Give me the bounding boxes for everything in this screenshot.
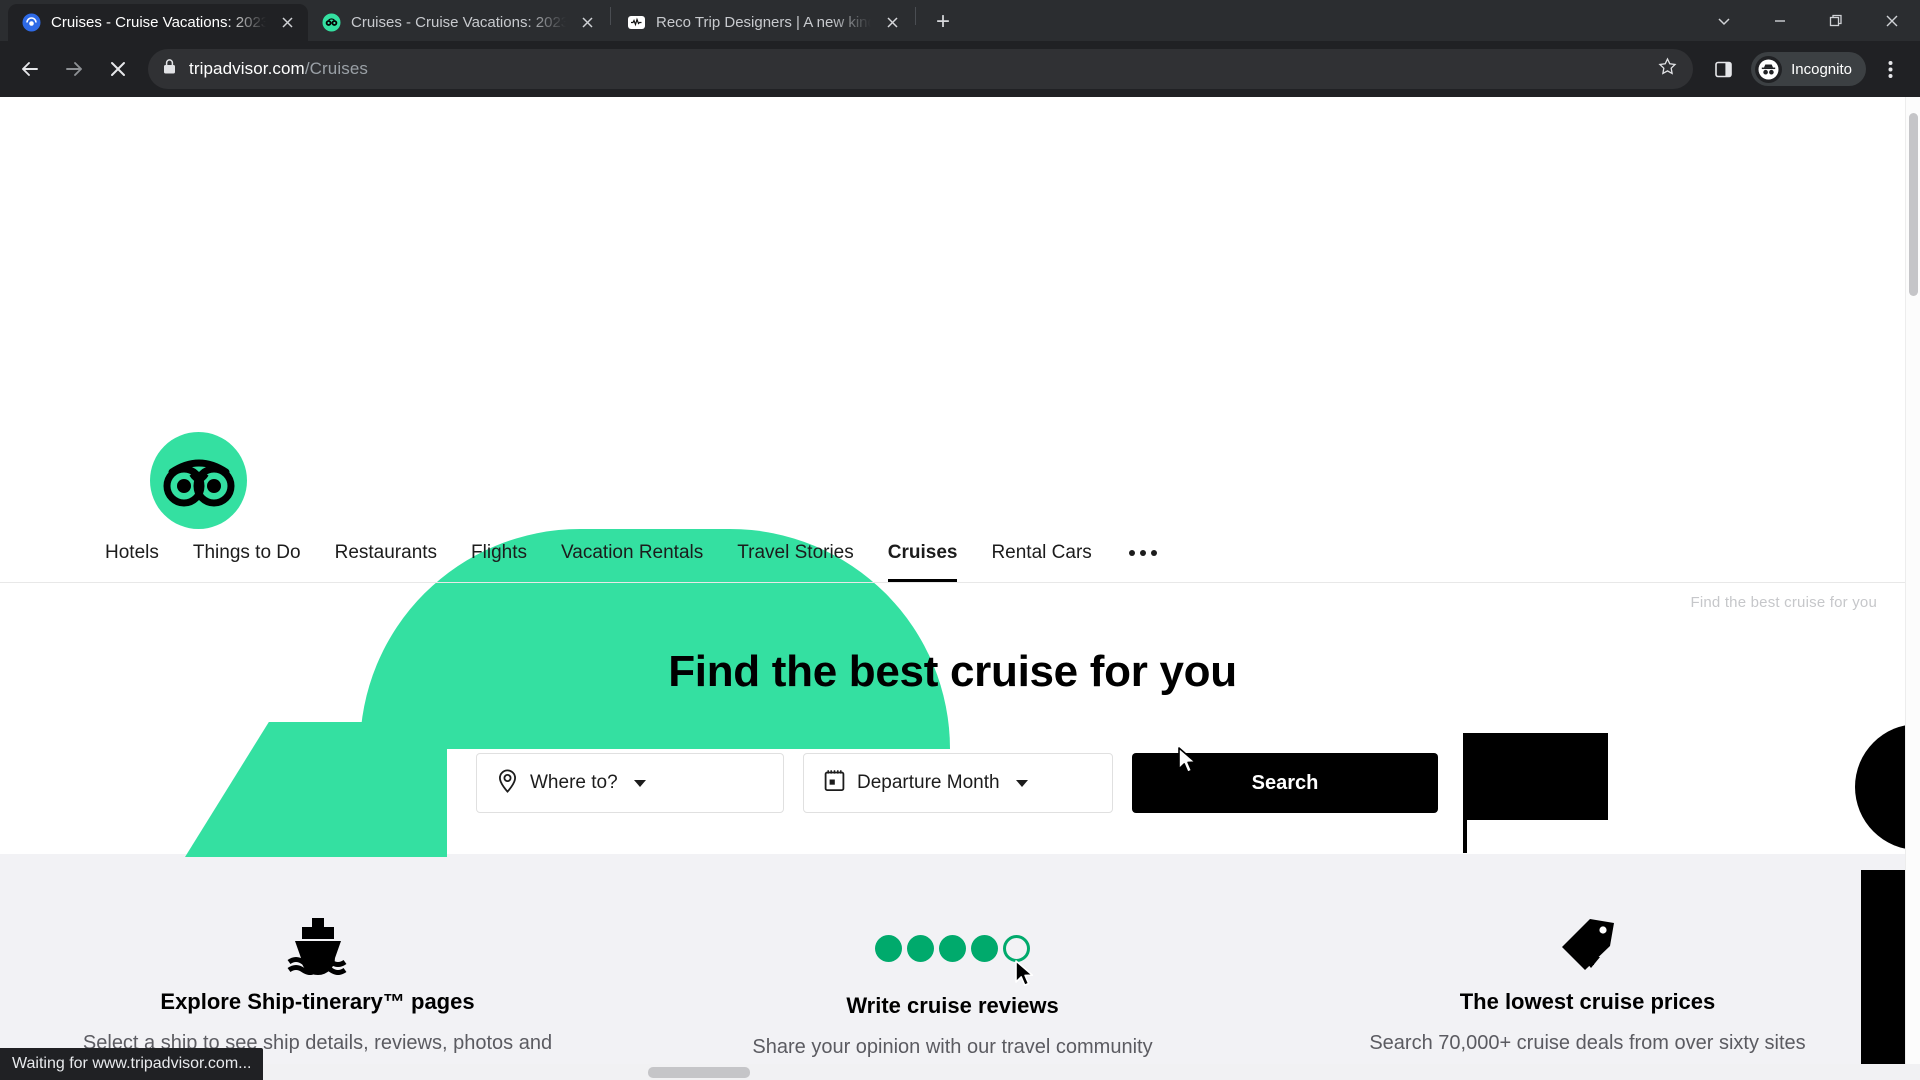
- chevron-down-icon: [1015, 779, 1028, 787]
- window-controls: [1696, 0, 1920, 41]
- forward-button[interactable]: [54, 49, 94, 89]
- minimize-icon[interactable]: [1752, 0, 1808, 41]
- feature-card-write-reviews: Write cruise reviews Share your opinion …: [635, 854, 1270, 1080]
- bubble-empty: [1003, 934, 1030, 962]
- cruise-ship-icon: [287, 917, 349, 975]
- mouse-cursor: [1178, 747, 1200, 782]
- tab-separator: [915, 7, 916, 25]
- feature-title: Explore Ship-tinerary™ pages: [160, 989, 475, 1014]
- incognito-hat-icon: [1755, 55, 1783, 83]
- feature-card-lowest-prices: The lowest cruise prices Search 70,000+ …: [1270, 854, 1905, 1080]
- close-icon[interactable]: [1864, 0, 1920, 41]
- nav-item-cruises[interactable]: Cruises: [871, 523, 975, 582]
- feature-description: Share your opinion with our travel commu…: [752, 1036, 1153, 1058]
- side-panel-icon[interactable]: [1703, 49, 1743, 89]
- url-path: /Cruises: [304, 59, 368, 78]
- decorative-black-flag: [1463, 733, 1608, 853]
- cruise-search-form: Where to? Departure Month Search: [476, 753, 1438, 813]
- nav-item-hotels[interactable]: Hotels: [88, 523, 176, 582]
- dot-icon: [1150, 549, 1157, 556]
- three-dot-menu-icon[interactable]: [1870, 49, 1910, 89]
- vertical-scrollbar[interactable]: [1905, 97, 1920, 1080]
- flag-cloth: [1467, 733, 1608, 820]
- stop-loading-button[interactable]: [98, 49, 138, 89]
- tab-title: Reco Trip Designers | A new kind: [656, 14, 871, 31]
- nav-item-rental-cars[interactable]: Rental Cars: [974, 523, 1108, 582]
- feature-highlights: Explore Ship-tinerary™ pages Select a sh…: [0, 854, 1905, 1080]
- nav-item-vacation-rentals[interactable]: Vacation Rentals: [544, 523, 720, 582]
- decorative-green-trapezoid: [185, 722, 447, 857]
- incognito-label: Incognito: [1791, 60, 1852, 78]
- incognito-indicator[interactable]: Incognito: [1751, 52, 1866, 86]
- tab-strip: Cruises - Cruise Vacations: 2023 Cruises…: [0, 0, 1920, 41]
- bubble-filled: [907, 934, 934, 962]
- page-title: Find the best cruise for you: [668, 647, 1237, 696]
- departure-month-label: Departure Month: [857, 772, 1000, 793]
- address-bar[interactable]: tripadvisor.com/Cruises: [148, 49, 1694, 89]
- tab-close-icon[interactable]: [276, 12, 298, 34]
- nav-more-button[interactable]: [1109, 523, 1177, 582]
- tab-close-icon[interactable]: [881, 12, 903, 34]
- chevron-down-icon: [633, 779, 646, 787]
- reco-icon: [627, 13, 646, 32]
- flag-pole: [1463, 733, 1467, 853]
- mouse-cursor-secondary: [1015, 960, 1037, 995]
- browser-toolbar: tripadvisor.com/Cruises Incognito: [0, 41, 1920, 97]
- tab-title: Cruises - Cruise Vacations: 2023: [51, 14, 266, 31]
- back-button[interactable]: [10, 49, 50, 89]
- tripadvisor-owl-icon: [322, 13, 341, 32]
- status-bar: Waiting for www.tripadvisor.com...: [0, 1048, 264, 1080]
- calendar-icon: [824, 769, 845, 797]
- chevron-down-icon[interactable]: [1696, 0, 1752, 41]
- page-viewport: Find the best cruise for you Hotels Thin…: [0, 97, 1920, 1080]
- site-header: [0, 97, 1905, 529]
- where-to-input[interactable]: Where to?: [476, 753, 784, 813]
- nav-item-travel-stories[interactable]: Travel Stories: [720, 523, 871, 582]
- browser-tab-2[interactable]: Cruises - Cruise Vacations: 2023: [308, 4, 608, 41]
- horizontal-scrollbar[interactable]: [0, 1064, 1905, 1080]
- nav-item-things-to-do[interactable]: Things to Do: [176, 523, 318, 582]
- tab-close-icon[interactable]: [576, 12, 598, 34]
- horizontal-scrollbar-thumb[interactable]: [648, 1067, 750, 1078]
- url-text: tripadvisor.com/Cruises: [189, 59, 368, 79]
- star-icon[interactable]: [1658, 57, 1677, 81]
- browser-window: Cruises - Cruise Vacations: 2023 Cruises…: [0, 0, 1920, 1080]
- dot-icon: [1128, 549, 1135, 556]
- browser-tab-1[interactable]: Cruises - Cruise Vacations: 2023: [8, 4, 308, 41]
- lock-icon: [162, 58, 177, 80]
- nav-item-restaurants[interactable]: Restaurants: [318, 523, 454, 582]
- scrollbar-corner: [1905, 1064, 1920, 1080]
- url-domain: tripadvisor.com: [189, 59, 305, 78]
- feature-title: The lowest cruise prices: [1459, 989, 1716, 1014]
- dot-icon: [1139, 549, 1146, 556]
- vertical-scrollbar-thumb[interactable]: [1909, 113, 1918, 296]
- tripadvisor-owl-logo[interactable]: [150, 432, 247, 529]
- bubble-filled: [939, 934, 966, 962]
- tab-title: Cruises - Cruise Vacations: 2023: [351, 14, 566, 31]
- site-navigation: Hotels Things to Do Restaurants Flights …: [0, 523, 1905, 583]
- tripadvisor-blue-icon: [22, 13, 41, 32]
- price-tag-down-arrow-icon: [1558, 917, 1618, 975]
- feature-title: Write cruise reviews: [846, 993, 1059, 1018]
- ghost-heading: Find the best cruise for you: [1690, 594, 1877, 611]
- bubble-filled: [875, 934, 902, 962]
- location-pin-icon: [497, 768, 518, 798]
- browser-tab-3[interactable]: Reco Trip Designers | A new kind: [613, 4, 913, 41]
- tab-separator: [610, 7, 611, 25]
- feature-card-ship-itinerary: Explore Ship-tinerary™ pages Select a sh…: [0, 854, 635, 1080]
- rating-bubbles-icon: [875, 917, 1030, 979]
- bubble-filled: [971, 934, 998, 962]
- maximize-icon[interactable]: [1808, 0, 1864, 41]
- tripadvisor-cruises-page: Find the best cruise for you Hotels Thin…: [0, 97, 1920, 1080]
- where-to-label: Where to?: [530, 772, 618, 793]
- nav-item-flights[interactable]: Flights: [454, 523, 544, 582]
- new-tab-button[interactable]: +: [926, 5, 960, 39]
- rating-bubbles: [875, 934, 1030, 962]
- departure-month-input[interactable]: Departure Month: [803, 753, 1113, 813]
